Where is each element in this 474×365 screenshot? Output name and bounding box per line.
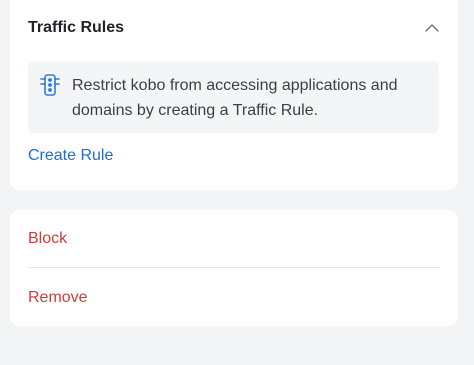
remove-button[interactable]: Remove <box>28 269 440 327</box>
traffic-rules-title: Traffic Rules <box>28 19 125 36</box>
device-actions-card: Block Remove <box>10 210 458 326</box>
block-button[interactable]: Block <box>28 210 440 268</box>
create-rule-link[interactable]: Create Rule <box>28 147 113 165</box>
chevron-up-icon[interactable] <box>422 18 442 38</box>
traffic-rules-card: Traffic Rules Restrict kobo from accessi… <box>10 0 458 190</box>
traffic-rules-info-text: Restrict kobo from accessing application… <box>72 77 398 119</box>
divider <box>28 267 440 268</box>
traffic-rules-info-box: Restrict kobo from accessing application… <box>28 61 439 133</box>
traffic-light-icon <box>40 74 60 96</box>
traffic-rules-header[interactable]: Traffic Rules <box>28 16 442 40</box>
